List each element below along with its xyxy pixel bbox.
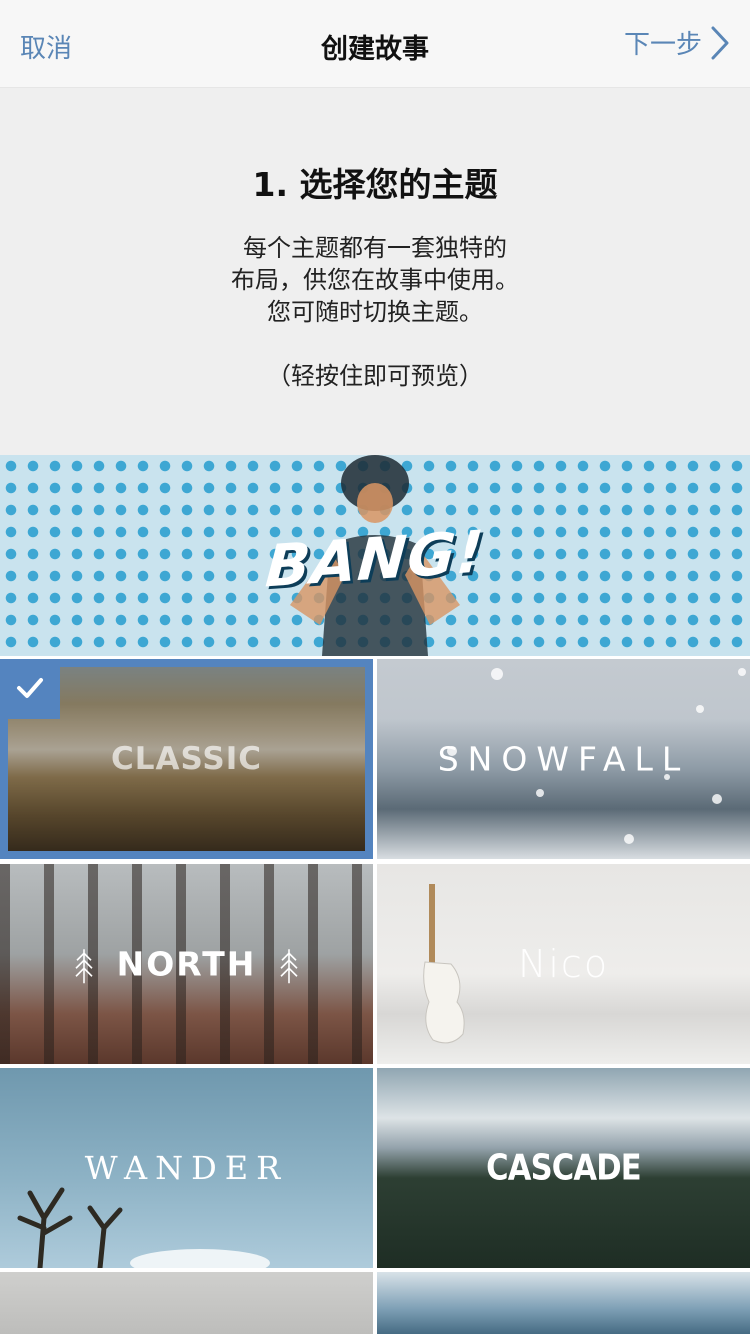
theme-tile-snowfall[interactable]: SNOWFALL [377, 659, 750, 859]
theme-tile-classic[interactable]: CLASSIC [0, 659, 373, 859]
navigation-bar: 取消 创建故事 下一步 [0, 0, 750, 88]
mountain-forest-image [377, 1068, 750, 1268]
wall-image [0, 1272, 373, 1334]
chevron-right-icon [711, 26, 729, 59]
next-button[interactable]: 下一步 [624, 24, 730, 61]
theme-tile-partial[interactable] [0, 1272, 373, 1334]
desert-sky-image [0, 1068, 373, 1268]
preview-hint: （轻按住即可预览） [267, 362, 483, 390]
selected-badge [0, 659, 60, 719]
snowflakes-decoration [447, 668, 746, 844]
theme-tile-cascade[interactable]: CASCADE [377, 1068, 750, 1268]
guitar-room-image [377, 864, 750, 1064]
intro-section: 1. 选择您的主题 每个主题都有一套独特的 布局，供您在故事中使用。 您可随时切… [0, 88, 750, 455]
forest-road-image [0, 864, 373, 1064]
theme-banner-bang[interactable]: BANG! [0, 455, 750, 656]
joshua-tree-silhouette [17, 1187, 270, 1268]
description-line: 布局，供您在故事中使用。 [231, 266, 519, 294]
next-button-label: 下一步 [623, 30, 702, 60]
theme-tile-north[interactable]: NORTH [0, 864, 373, 1064]
theme-tile-wander[interactable]: WANDER [0, 1068, 373, 1268]
cancel-button[interactable]: 取消 [20, 28, 72, 65]
checkmark-icon [17, 678, 43, 698]
step-title: 1. 选择您的主题 [252, 165, 498, 204]
dunes-image [8, 667, 365, 851]
theme-tile-nico[interactable]: Nico [377, 864, 750, 1064]
ocean-image [377, 1272, 750, 1334]
description-line: 您可随时切换主题。 [267, 298, 483, 326]
guitar-illustration [423, 884, 465, 1044]
theme-tile-partial[interactable] [377, 1272, 750, 1334]
description-line: 每个主题都有一套独特的 [243, 234, 507, 262]
snowy-forest-image [377, 659, 750, 859]
theme-description: 每个主题都有一套独特的 布局，供您在故事中使用。 您可随时切换主题。 [0, 232, 750, 328]
